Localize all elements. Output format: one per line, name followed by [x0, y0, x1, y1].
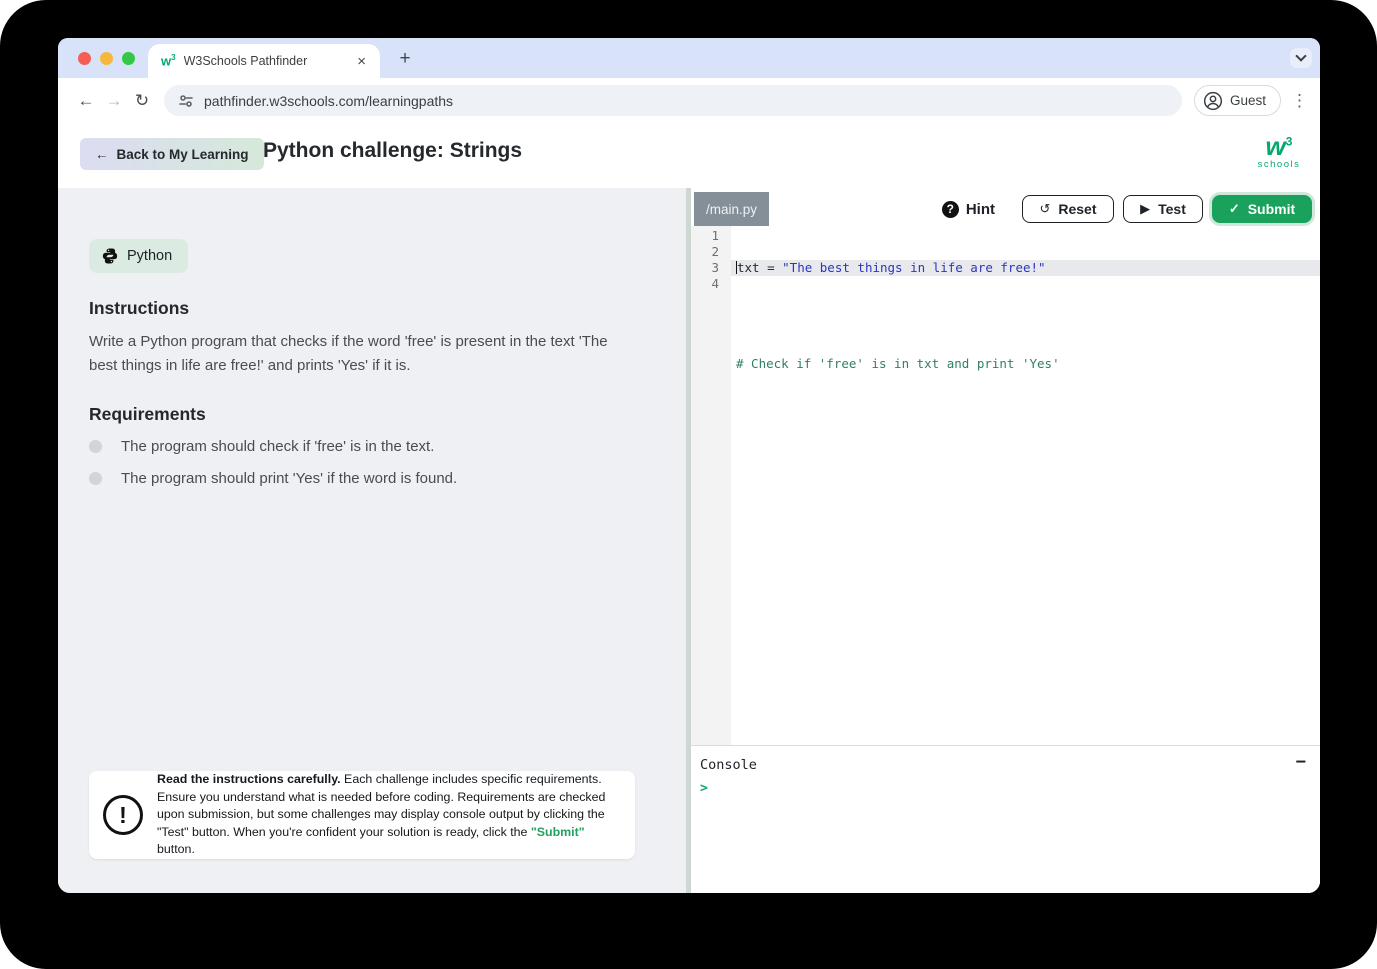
window-controls	[78, 52, 135, 65]
code-line-1[interactable]: txt = "The best things in life are free!…	[731, 260, 1320, 276]
info-box-text: Read the instructions carefully. Each ch…	[157, 771, 621, 859]
line-number: 2	[691, 244, 719, 260]
reset-button[interactable]: ↺ Reset	[1022, 195, 1114, 223]
editor-panel: /main.py ? Hint ↺ Reset ▶ Test	[691, 188, 1320, 893]
challenge-panel: Python Instructions Write a Python progr…	[58, 188, 686, 893]
info-box: ! Read the instructions carefully. Each …	[89, 771, 635, 859]
python-icon	[101, 247, 119, 265]
address-bar[interactable]: pathfinder.w3schools.com/learningpaths	[164, 85, 1182, 116]
instructions-heading: Instructions	[89, 298, 189, 319]
code-line-4[interactable]	[731, 404, 1320, 420]
url-text[interactable]: pathfinder.w3schools.com/learningpaths	[204, 93, 453, 109]
screenshot-frame: w3 W3Schools Pathfinder × + ← → ↻	[0, 0, 1377, 969]
reset-icon: ↺	[1039, 201, 1050, 217]
minimize-window-button[interactable]	[100, 52, 113, 65]
browser-menu-button[interactable]: ⋮	[1291, 91, 1308, 111]
instructions-body: Write a Python program that checks if th…	[89, 330, 624, 378]
content-area: Python Instructions Write a Python progr…	[58, 188, 1320, 893]
site-settings-icon[interactable]	[178, 93, 194, 109]
file-tab-main-py[interactable]: /main.py	[694, 192, 769, 226]
hint-button[interactable]: ? Hint	[942, 201, 995, 218]
code-lines[interactable]: txt = "The best things in life are free!…	[731, 226, 1320, 745]
line-number: 3	[691, 260, 719, 276]
code-editor[interactable]: 1 2 3 4 txt = "The best things in life a…	[691, 226, 1320, 745]
console-label: Console	[700, 757, 757, 773]
console-prompt: >	[700, 781, 708, 796]
tab-strip: w3 W3Schools Pathfinder × +	[58, 38, 1320, 78]
console-minimize-button[interactable]: −	[1296, 752, 1306, 772]
back-button[interactable]: ←	[72, 91, 100, 111]
forward-button[interactable]: →	[100, 91, 128, 111]
browser-toolbar: ← → ↻ pathfinder.w3schools.com/learningp…	[58, 78, 1320, 123]
tab-title: W3Schools Pathfinder	[184, 54, 354, 68]
reload-button[interactable]: ↻	[128, 91, 156, 111]
back-to-learning-button[interactable]: ← Back to My Learning	[80, 138, 264, 170]
profile-label: Guest	[1230, 93, 1266, 108]
w3schools-logo: w3 schools	[1256, 133, 1302, 170]
exclamation-circle-icon: !	[103, 795, 143, 835]
browser-window: w3 W3Schools Pathfinder × + ← → ↻	[58, 38, 1320, 893]
w3schools-favicon-icon: w3	[161, 53, 176, 68]
play-icon: ▶	[1140, 201, 1150, 217]
browser-tab[interactable]: w3 W3Schools Pathfinder ×	[148, 44, 380, 78]
test-button[interactable]: ▶ Test	[1123, 195, 1203, 223]
requirement-status-icon	[89, 440, 102, 453]
close-window-button[interactable]	[78, 52, 91, 65]
back-arrow-icon: ←	[95, 147, 109, 162]
check-icon: ✓	[1229, 201, 1240, 217]
tab-close-icon[interactable]: ×	[353, 53, 370, 70]
line-number-gutter: 1 2 3 4	[691, 226, 731, 745]
language-badge: Python	[89, 239, 188, 273]
code-line-2[interactable]	[731, 308, 1320, 324]
console-panel: Console − >	[691, 745, 1320, 893]
language-badge-label: Python	[127, 248, 172, 264]
requirement-status-icon	[89, 472, 102, 485]
editor-toolbar: /main.py ? Hint ↺ Reset ▶ Test	[691, 188, 1320, 226]
line-number: 1	[691, 228, 719, 244]
new-tab-button[interactable]: +	[392, 46, 418, 72]
page-header: ← Back to My Learning Python challenge: …	[58, 123, 1320, 188]
page-title: Python challenge: Strings	[263, 139, 522, 163]
submit-button[interactable]: ✓ Submit	[1212, 195, 1312, 223]
requirement-item: The program should check if 'free' is in…	[89, 438, 434, 455]
chevron-down-icon	[1295, 50, 1306, 61]
requirements-heading: Requirements	[89, 404, 206, 425]
zoom-window-button[interactable]	[122, 52, 135, 65]
code-line-3[interactable]: # Check if 'free' is in txt and print 'Y…	[731, 356, 1320, 372]
tab-search-button[interactable]	[1290, 48, 1312, 68]
person-icon	[1203, 91, 1223, 111]
question-circle-icon: ?	[942, 201, 959, 218]
requirement-item: The program should print 'Yes' if the wo…	[89, 470, 457, 487]
profile-button[interactable]: Guest	[1194, 85, 1281, 116]
line-number: 4	[691, 276, 719, 292]
